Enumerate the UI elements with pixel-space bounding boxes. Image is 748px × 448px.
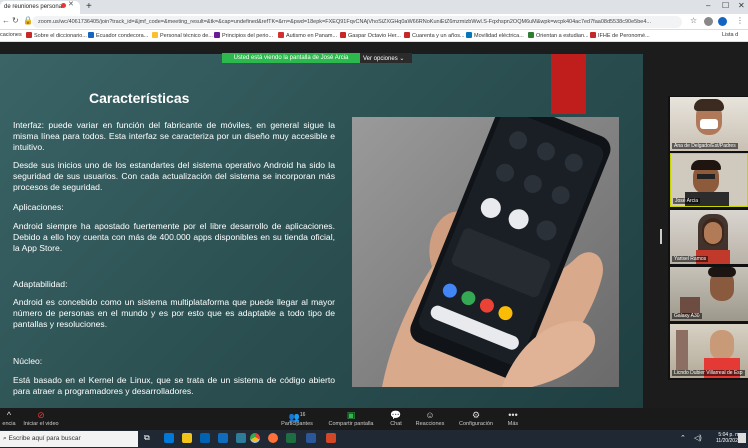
slide-heading: Aplicaciones: — [13, 202, 64, 212]
participant-name: Galaxy A30 — [672, 313, 702, 319]
chevron-down-icon: ⌄ — [399, 55, 405, 62]
file-explorer-icon[interactable] — [182, 433, 192, 443]
extension-icon[interactable] — [704, 17, 713, 26]
back-icon[interactable]: ← — [2, 16, 10, 25]
edge-icon[interactable] — [164, 433, 174, 443]
participant-tile[interactable]: Licndo Dubier Villarreal de Esp — [670, 324, 748, 378]
participant-tile[interactable]: Ana de Delgado/Est/Padres — [670, 97, 748, 151]
participant-name: Licndo Dubier Villarreal de Esp — [672, 370, 745, 376]
word-icon[interactable] — [306, 433, 316, 443]
participants-icon: 👥16 — [288, 412, 306, 422]
reactions-button[interactable]: ☺ Reacciones — [405, 410, 455, 427]
participant-face — [710, 330, 734, 360]
bookmark-item[interactable]: IFHE de Peronomé... — [590, 32, 650, 39]
start-video-button[interactable]: ⊘ Iniciar el video — [16, 410, 66, 427]
bookmark-item[interactable]: Personal técnico de... — [152, 32, 213, 39]
bookmark-icon — [590, 32, 596, 38]
participants-button[interactable]: 👥16 Participantes — [272, 410, 322, 427]
participant-face-front — [704, 222, 722, 244]
bookmark-icon — [26, 32, 32, 38]
browser-menu-icon[interactable]: ⋮ — [736, 16, 744, 25]
maximize-icon[interactable]: ☐ — [722, 1, 729, 10]
share-screen-button[interactable]: ▣ Compartir pantalla — [326, 410, 376, 427]
star-icon[interactable]: ☆ — [690, 16, 697, 25]
bookmark-item[interactable]: Ecuador condecora... — [88, 32, 148, 39]
participant-tile[interactable]: Galaxy A30 — [670, 267, 748, 321]
video-off-icon: ⊘ — [37, 410, 45, 420]
excel-icon[interactable] — [286, 433, 296, 443]
minimize-icon[interactable]: – — [706, 1, 710, 10]
bookmark-item[interactable]: Gaspar Octavio Her... — [340, 32, 401, 39]
bookmark-icon — [466, 32, 472, 38]
bookmark-icon — [528, 32, 534, 38]
participant-hair — [694, 99, 724, 111]
view-options-button[interactable]: Ver opciones ⌄ — [360, 53, 412, 63]
bookmark-item[interactable]: Principios del perio... — [214, 32, 273, 39]
store-icon[interactable] — [200, 433, 210, 443]
bookmark-icon — [278, 32, 284, 38]
participant-tile-active[interactable]: José Arcia — [670, 153, 748, 207]
notifications-icon[interactable] — [738, 433, 746, 443]
more-icon: ••• — [508, 410, 518, 420]
bookmark-item[interactable]: Movilidad eléctrica... — [466, 32, 524, 39]
url-field[interactable]: zoom.us/wc/4061736405/join?track_id=&jmf… — [32, 16, 682, 28]
recording-dot-icon — [61, 3, 66, 8]
share-screen-icon: ▣ — [346, 410, 356, 420]
bookmark-icon — [340, 32, 346, 38]
slide-paragraph: Interfaz: puede variar en función del fa… — [13, 120, 335, 153]
new-tab-icon[interactable]: + — [86, 1, 92, 12]
tab-close-icon[interactable]: ✕ — [68, 0, 74, 8]
face-mask — [700, 119, 718, 129]
close-window-icon[interactable]: ✕ — [738, 1, 745, 10]
photos-icon[interactable] — [236, 433, 246, 443]
bookmark-icon — [214, 32, 220, 38]
slide-paragraph: Android es concebido como un sistema mul… — [13, 297, 335, 330]
browser-tab-bar — [0, 0, 748, 14]
slide-red-accent — [551, 54, 586, 114]
firefox-icon[interactable] — [268, 433, 278, 443]
slide-title: Características — [89, 90, 190, 106]
participant-name: José Arcia — [673, 198, 701, 204]
sharing-banner: Usted está viendo la pantalla de José Ar… — [222, 53, 360, 63]
bookmark-icon — [404, 32, 410, 38]
bookmark-item[interactable]: Autismo en Panam... — [278, 32, 337, 39]
phone-illustration — [352, 117, 619, 387]
shelf — [676, 330, 688, 370]
tab-title: de reuniones personal — [4, 4, 64, 10]
more-button[interactable]: ••• Más — [488, 410, 538, 427]
mail-icon[interactable] — [218, 433, 228, 443]
volume-icon[interactable]: ◁) — [694, 434, 702, 442]
bookmark-item[interactable]: caciones — [0, 32, 22, 38]
profile-avatar[interactable] — [718, 17, 727, 26]
phone-photo — [352, 117, 619, 387]
bookmark-item[interactable]: Lista d — [722, 32, 738, 38]
bookmark-item[interactable]: Sobre el diccionario... — [26, 32, 87, 39]
glasses — [697, 174, 715, 179]
system-clock[interactable]: 5:04 p. m. 11/20/2020 — [716, 432, 741, 444]
participant-tile[interactable]: Yarisel Ramos — [670, 210, 748, 264]
bookmark-icon — [152, 32, 158, 38]
bookmark-item[interactable]: Orientan a estudian... — [528, 32, 589, 39]
slide-paragraph: Desde sus inicios uno de los estandartes… — [13, 160, 335, 193]
reload-icon[interactable]: ↻ — [12, 16, 19, 25]
participant-hair — [708, 267, 736, 277]
taskbar-search[interactable]: ⌕ Escribe aquí para buscar — [0, 431, 138, 447]
participant-name: Ana de Delgado/Est/Padres — [672, 143, 738, 149]
slide-heading: Adaptabilidad: — [13, 279, 68, 289]
slide-paragraph: Android siempre ha apostado fuertemente … — [13, 221, 335, 254]
task-view-icon[interactable]: ⧉ — [144, 433, 150, 443]
gallery-scrollbar[interactable] — [660, 229, 662, 244]
slide-paragraph: Está basado en el Kernel de Linux, que s… — [13, 375, 335, 397]
slide-heading: Núcleo: — [13, 356, 43, 366]
participant-name: Yarisel Ramos — [672, 256, 709, 262]
network-icon[interactable]: ⌃ — [680, 434, 686, 442]
url-text: zoom.us/wc/4061736405/join?track_id=&jmf… — [38, 19, 651, 25]
chrome-icon[interactable] — [250, 433, 260, 443]
bookmark-icon — [88, 32, 94, 38]
powerpoint-icon[interactable] — [326, 433, 336, 443]
participant-hair — [691, 160, 721, 170]
reactions-icon: ☺ — [425, 410, 435, 420]
bookmark-item[interactable]: Cuarenta y un años... — [404, 32, 465, 39]
